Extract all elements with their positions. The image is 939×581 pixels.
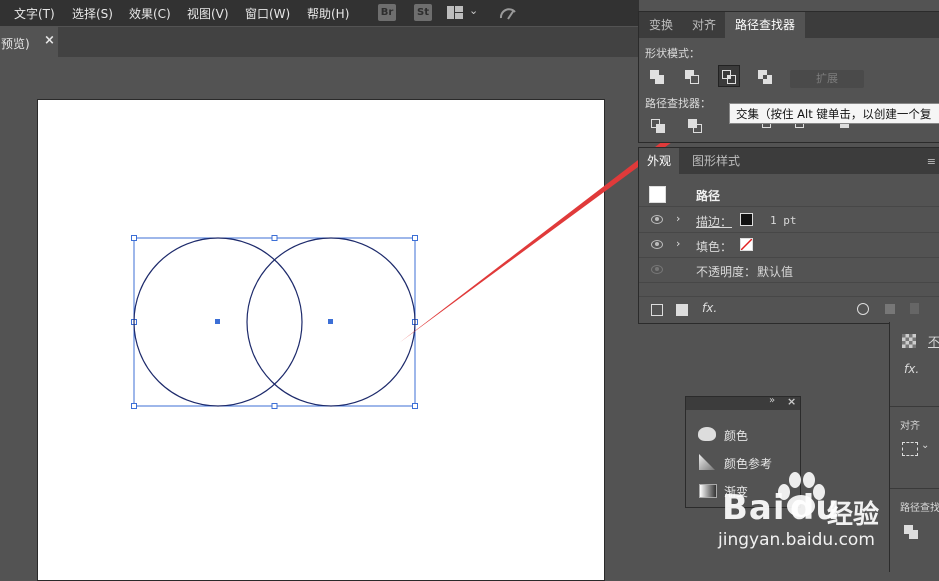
intersect-button[interactable] (718, 65, 740, 87)
tab-transform[interactable]: 变换 (639, 12, 683, 38)
object-type-label: 路径 (696, 189, 721, 203)
fx-icon[interactable]: fx. (904, 362, 919, 376)
visibility-eye-icon[interactable] (651, 240, 663, 249)
opacity-partial-label: 不 (928, 335, 939, 349)
color-palette-icon[interactable] (698, 427, 716, 441)
chevron-down-icon[interactable]: ⌄ (921, 440, 929, 451)
chevron-right-icon[interactable]: › (676, 212, 680, 225)
appearance-panel: 外观 图形样式 ≡ 路径 › 描边： 1 pt › 填色： 不透明度： 默认值 … (638, 147, 939, 324)
exclude-button[interactable] (755, 66, 777, 88)
tab-appearance[interactable]: 外观 (639, 148, 679, 174)
appearance-row-fill[interactable]: › 填色： (639, 232, 939, 258)
opacity-value: 默认值 (757, 265, 794, 279)
tab-align[interactable]: 对齐 (683, 12, 725, 38)
tab-pathfinder[interactable]: 路径查找器 (725, 12, 805, 38)
appearance-footer: fx. (639, 296, 939, 323)
object-thumbnail (649, 186, 666, 203)
right-dock: 不 fx. 对齐 ⌄ 路径查找 (889, 322, 939, 572)
expand-button[interactable]: 扩展 (790, 70, 864, 88)
trash-icon[interactable] (910, 303, 919, 314)
appearance-row-object[interactable]: 路径 (639, 181, 939, 207)
pathfinder-dock-label: 路径查找 (900, 503, 939, 514)
watermark-url: jingyan.baidu.com (718, 530, 875, 550)
transparency-icon[interactable] (902, 334, 916, 348)
divide-button[interactable] (649, 116, 671, 138)
appearance-row-opacity[interactable]: 不透明度： 默认值 (639, 257, 939, 283)
panel-menu-icon[interactable]: ≡ (927, 155, 936, 168)
fill-none-swatch[interactable] (740, 238, 753, 251)
chevron-right-icon[interactable]: › (676, 237, 680, 250)
minus-front-button[interactable] (682, 66, 704, 88)
pathfinder-panel-tabs: 变换 对齐 路径查找器 (639, 12, 939, 38)
visibility-eye-icon[interactable] (651, 215, 663, 224)
stroke-swatch[interactable] (740, 213, 753, 226)
gradient-icon[interactable] (699, 484, 717, 498)
selection-bounding-box[interactable] (131, 235, 418, 409)
appearance-panel-tabs: 外观 图形样式 (639, 148, 939, 174)
fill-label[interactable]: 填色： (696, 238, 732, 255)
color-panel-header[interactable]: » × (686, 395, 800, 410)
align-label: 对齐 (900, 421, 920, 432)
align-to-icon[interactable] (902, 442, 918, 456)
unite-icon-part (909, 530, 918, 539)
baidu-logo-text-a: Bai (722, 488, 786, 528)
stroke-label[interactable]: 描边： (696, 213, 732, 230)
add-stroke-icon[interactable] (651, 304, 663, 316)
intersect-tooltip: 交集（按住 Alt 键单击，以创建一个复 (729, 103, 939, 124)
opacity-label[interactable]: 不透明度： (696, 263, 756, 280)
circle-left[interactable] (133, 237, 303, 407)
stroke-weight-value[interactable]: 1 pt (770, 214, 797, 227)
visibility-eye-icon[interactable] (651, 265, 663, 274)
pathfinders-label: 路径查找器： (645, 97, 711, 110)
circle-right[interactable] (246, 237, 416, 407)
add-fill-icon[interactable] (676, 304, 688, 316)
shape-modes-label: 形状模式： (645, 47, 700, 60)
close-icon[interactable]: × (787, 395, 796, 408)
appearance-row-stroke[interactable]: › 描边： 1 pt (639, 207, 939, 233)
baidu-jingyan-watermark: Bai du 经验 jingyan.baidu.com (718, 470, 888, 570)
duplicate-item-icon[interactable] (885, 304, 895, 314)
unite-button[interactable] (647, 66, 669, 88)
color-panel-item[interactable]: 颜色 (724, 427, 748, 444)
jingyan-logo-text: 经验 (827, 500, 880, 530)
fx-icon[interactable]: fx. (702, 301, 717, 315)
collapse-icon[interactable]: » (769, 395, 775, 406)
tab-graphic-styles[interactable]: 图形样式 (679, 148, 753, 174)
color-guide-icon[interactable] (699, 454, 715, 470)
clear-appearance-icon[interactable] (857, 303, 869, 315)
trim-button[interactable] (686, 116, 708, 138)
